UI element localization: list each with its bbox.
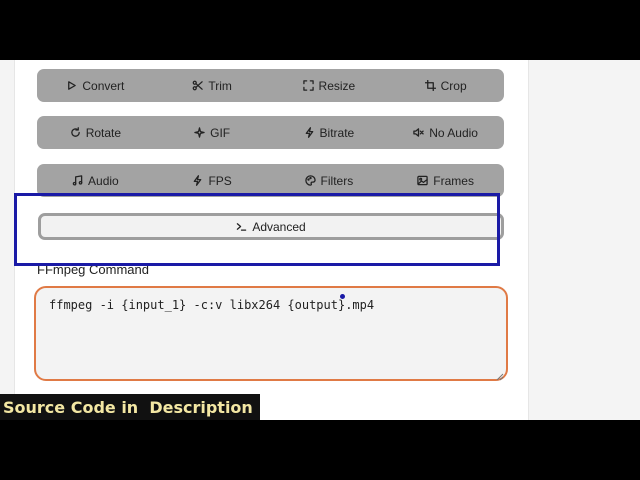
audio-label: Audio bbox=[88, 173, 119, 188]
crop-label: Crop bbox=[440, 78, 467, 93]
advanced-label: Advanced bbox=[252, 219, 306, 234]
audio-button[interactable]: Audio bbox=[37, 164, 154, 197]
bitrate-button[interactable]: Bitrate bbox=[271, 116, 388, 149]
gif-label: GIF bbox=[210, 125, 231, 140]
no-audio-label: No Audio bbox=[429, 125, 478, 140]
filters-label: Filters bbox=[320, 173, 354, 188]
source-code-banner: Source Code in Description bbox=[0, 394, 260, 420]
fps-label: FPS bbox=[208, 173, 232, 188]
filters-button[interactable]: Filters bbox=[271, 164, 388, 197]
tool-row-1: Convert Trim Resize Crop bbox=[37, 69, 504, 102]
ffmpeg-command-label: FFmpeg Command bbox=[37, 262, 149, 277]
resize-button[interactable]: Resize bbox=[271, 69, 388, 102]
rotate-label: Rotate bbox=[85, 125, 122, 140]
terminal-icon bbox=[237, 223, 247, 231]
music-note-icon bbox=[72, 175, 83, 186]
convert-button[interactable]: Convert bbox=[37, 69, 154, 102]
trim-label: Trim bbox=[208, 78, 232, 93]
resize-label: Resize bbox=[318, 78, 356, 93]
trim-button[interactable]: Trim bbox=[154, 69, 271, 102]
ffmpeg-command-input[interactable]: ffmpeg -i {input_1} -c:v libx264 {output… bbox=[34, 286, 508, 381]
lightning-icon bbox=[305, 127, 313, 138]
crop-button[interactable]: Crop bbox=[387, 69, 504, 102]
textarea-resize-handle[interactable] bbox=[495, 368, 504, 381]
rotate-button[interactable]: Rotate bbox=[37, 116, 154, 149]
frames-button[interactable]: Frames bbox=[387, 164, 504, 197]
rotate-icon bbox=[70, 127, 80, 137]
resize-grip-icon bbox=[496, 373, 504, 381]
lightning-icon bbox=[194, 175, 202, 186]
mouse-cursor-dot bbox=[340, 294, 345, 299]
fps-button[interactable]: FPS bbox=[154, 164, 271, 197]
no-audio-button[interactable]: No Audio bbox=[387, 116, 504, 149]
tool-row-3: Audio FPS Filters Frames bbox=[37, 164, 504, 197]
image-icon bbox=[417, 175, 429, 186]
frames-label: Frames bbox=[433, 173, 474, 188]
bitrate-label: Bitrate bbox=[319, 125, 355, 140]
scissors-icon bbox=[192, 80, 204, 91]
play-icon bbox=[68, 81, 77, 90]
speaker-mute-icon bbox=[413, 128, 424, 137]
palette-icon bbox=[304, 175, 316, 186]
crop-icon bbox=[424, 80, 436, 91]
gif-button[interactable]: GIF bbox=[154, 116, 271, 149]
advanced-button[interactable]: Advanced bbox=[38, 213, 504, 240]
convert-label: Convert bbox=[82, 78, 125, 93]
app-screen: Convert Trim Resize Crop Rotate GIF Bitr… bbox=[0, 60, 640, 420]
tool-row-2: Rotate GIF Bitrate No Audio bbox=[37, 116, 504, 149]
resize-icon bbox=[302, 80, 314, 91]
sparkle-icon bbox=[194, 127, 205, 138]
